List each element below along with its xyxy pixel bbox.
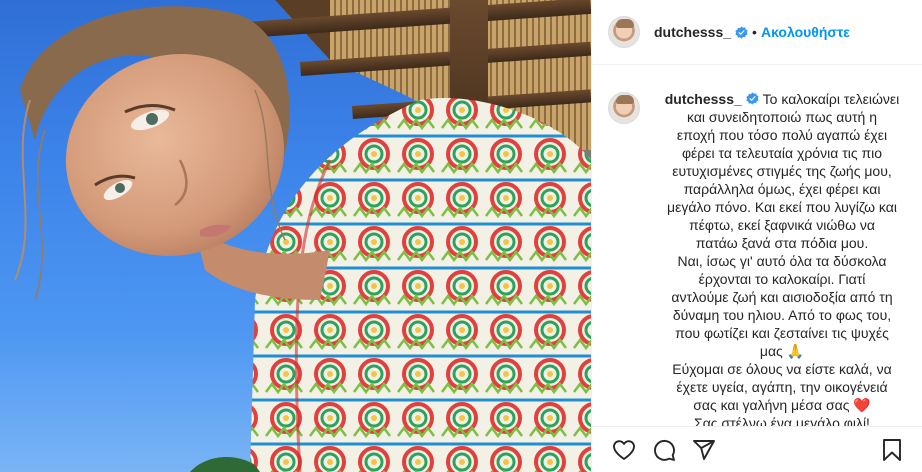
caption-line: παράλληλα όμως, έχει φέρει και — [683, 181, 881, 197]
verified-badge-icon — [735, 25, 748, 39]
caption-line: που φωτίζει και ζεσταίνει τις ψυχές — [675, 325, 889, 341]
author-avatar[interactable] — [608, 16, 640, 48]
action-bar — [592, 426, 922, 472]
comment-button[interactable] — [644, 430, 684, 470]
caption-line: ευτυχισμένες στιγμές της ζωής μου, — [672, 163, 892, 179]
caption-scroll-area[interactable]: dutchesss_ Το καλοκαίρι τελειώνει και συ… — [592, 66, 922, 426]
instagram-post: dutchesss_ • Ακολουθήστε dutchesss_ Το κ… — [0, 0, 922, 472]
caption-line: μεγάλο πόνο. Και εκεί που λυγίζω και — [667, 199, 897, 215]
bookmark-icon — [883, 438, 901, 461]
caption-author-avatar[interactable] — [608, 92, 640, 124]
caption-line: εποχή που τόσο πολύ αγαπώ έχει — [676, 127, 888, 143]
caption-line: έχετε υγεία, αγάπη, την οικογένειά — [676, 379, 888, 395]
caption-line: φέρει τα τελευταία χρόνια τις πιο — [681, 145, 883, 161]
caption-line: πατάω ξανά στα πόδια μου. — [695, 235, 869, 251]
caption-verified-badge-icon — [746, 92, 759, 105]
caption-line: έρχονται το καλοκαίρι. Γιατί — [698, 271, 866, 287]
paper-plane-icon — [693, 439, 715, 460]
comment-icon — [654, 439, 675, 461]
caption-line: δύναμη του ηλιου. Από το φως του, — [672, 307, 892, 323]
post-header: dutchesss_ • Ακολουθήστε — [592, 0, 922, 65]
caption-author-username[interactable]: dutchesss_ — [665, 91, 742, 107]
post-side-panel: dutchesss_ • Ακολουθήστε dutchesss_ Το κ… — [591, 0, 922, 472]
post-photo[interactable] — [0, 0, 591, 472]
follow-button[interactable]: Ακολουθήστε — [761, 24, 850, 40]
caption-line: Το καλοκαίρι τελειώνει — [762, 91, 900, 107]
caption-line: πέφτω, εκεί ξαφνικά νιώθω να — [688, 217, 876, 233]
caption-line: Σας στέλνω ένα μεγάλο φιλί! — [694, 415, 870, 426]
photo-illustration — [14, 0, 591, 472]
author-username[interactable]: dutchesss_ — [654, 24, 731, 40]
share-button[interactable] — [684, 430, 724, 470]
like-button[interactable] — [604, 430, 644, 470]
caption-line: μας 🙏 — [759, 343, 805, 359]
caption-line: αντλούμε ζωή και αισιοδοξία από τη — [671, 289, 893, 305]
caption-line: και συνειδητοποιώ πως αυτή η — [686, 109, 878, 125]
caption-row: dutchesss_ Το καλοκαίρι τελειώνει και συ… — [608, 90, 906, 426]
caption-line: Εύχομαι σε όλους να είστε καλά, να — [672, 361, 892, 377]
save-button[interactable] — [872, 430, 912, 470]
caption-line: Ναι, ίσως γι' αυτό όλα τα δύσκολα — [677, 253, 887, 269]
caption-text: dutchesss_ Το καλοκαίρι τελειώνει και συ… — [658, 90, 906, 426]
heart-icon — [613, 439, 635, 460]
header-separator: • — [752, 24, 757, 40]
caption-line: σας και γαλήνη μέσα σας ❤️ — [693, 397, 871, 413]
